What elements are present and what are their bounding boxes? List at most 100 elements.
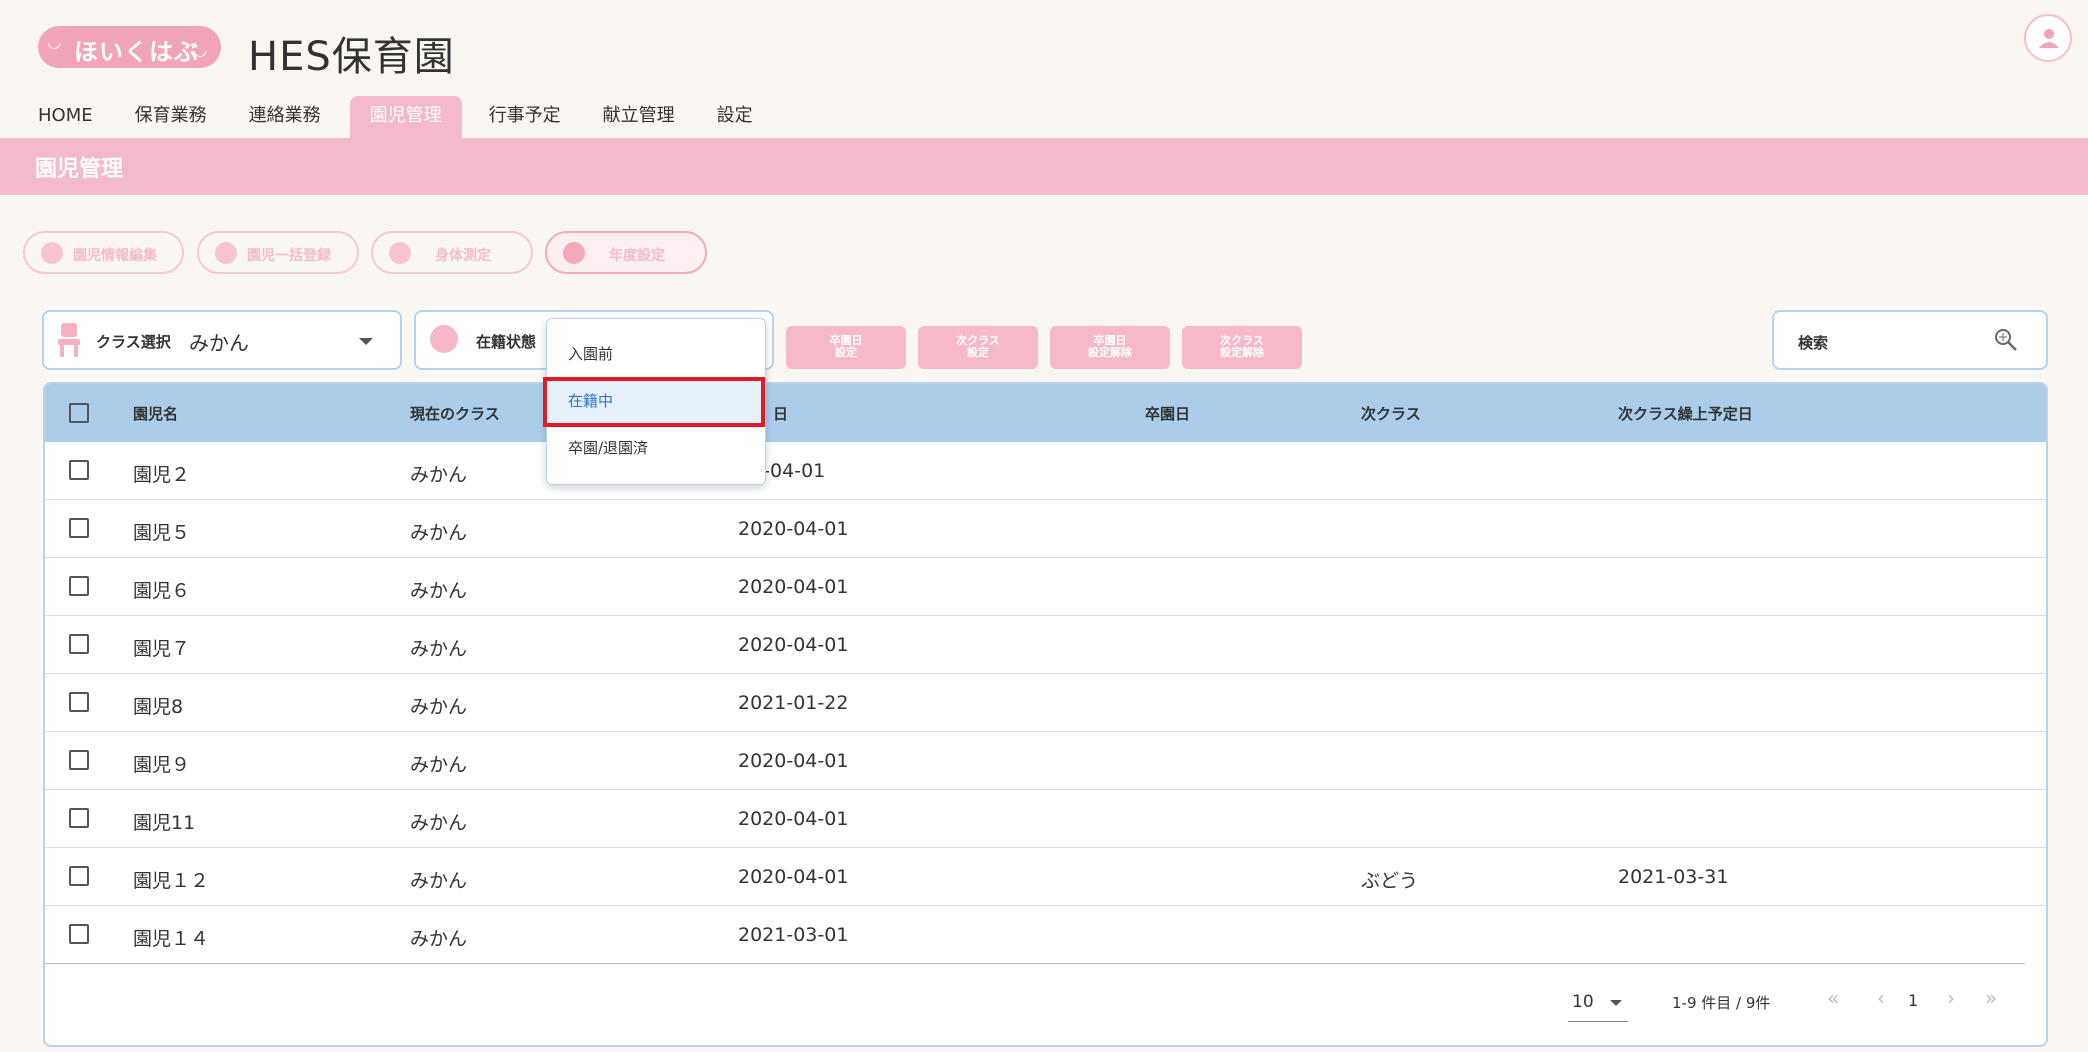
status-option-graduated[interactable]: 卒園/退園済 [547,425,765,471]
row-checkbox[interactable] [69,460,89,480]
status-select-label: 在籍状態 [476,333,537,351]
cell-date: 2021-03-01 [738,924,849,946]
set-graduation-date-button[interactable]: 卒園日 設定 [786,326,906,369]
selection-highlight-box [543,377,765,427]
search-field[interactable]: 検索 [1772,310,2048,370]
row-checkbox[interactable] [69,750,89,770]
table-row[interactable]: 園児２ みかん 20-04-01 [45,442,2046,500]
cell-class: みかん [410,522,468,544]
table-row[interactable]: 園児５ みかん 2020-04-01 [45,500,2046,558]
measure-label: 身体測定 [435,248,491,264]
measure-button[interactable]: 身体測定 [371,231,533,274]
row-checkbox[interactable] [69,808,89,828]
row-checkbox[interactable] [69,692,89,712]
child-edit-label: 園児情報編集 [73,248,157,264]
user-icon [2039,29,2059,48]
table-row[interactable]: 園児６ みかん 2020-04-01 [45,558,2046,616]
cell-date: 2021-01-22 [738,692,849,714]
cell-date: 2020-04-01 [738,518,849,540]
cell-class: みかん [410,464,468,486]
child-edit-button[interactable]: 園児情報編集 [23,231,184,274]
page-header-band: 園児管理 [0,138,2088,195]
children-table: 園児名 現在のクラス 日 卒園日 次クラス 次クラス繰上予定日 園児２ みかん … [43,382,2048,1047]
account-button[interactable] [2024,14,2072,62]
button-line: 設定 [967,346,989,359]
tab-childcare-work[interactable]: 保育業務 [120,96,222,138]
col-enroll-date[interactable]: 日 [773,403,788,424]
row-checkbox[interactable] [69,866,89,886]
prev-page-icon[interactable]: ‹ [1877,986,1885,1010]
chevron-down-icon [1610,1000,1622,1006]
bulk-register-label: 園児一括登録 [247,248,331,264]
rows-per-page-select[interactable]: 10 [1568,984,1628,1022]
last-page-icon[interactable]: » [1985,986,1997,1010]
button-line: 設定 [835,346,857,359]
cell-date: 2020-04-01 [738,866,849,888]
col-child-name[interactable]: 園児名 [133,403,178,424]
button-line: 設定解除 [1220,346,1264,359]
class-select[interactable]: クラス選択 みかん [42,310,402,370]
cell-class: みかん [410,870,468,892]
bulk-register-button[interactable]: 園児一括登録 [197,231,359,274]
cell-name: 園児９ [133,754,191,776]
search-icon[interactable] [1994,328,2018,352]
logo-smile-left: ◡ [48,32,61,51]
table-row[interactable]: 園児１２ みかん 2020-04-01 ぶどう 2021-03-31 [45,848,2046,906]
app-logo[interactable]: ◡ ほいくはぶ ◡ [38,26,221,68]
year-settings-button[interactable]: 年度設定 [545,231,707,274]
cell-class: みかん [410,754,468,776]
cell-name: 園児５ [133,522,191,544]
status-option-pre-enrollment[interactable]: 入園前 [547,331,765,377]
clear-graduation-date-button[interactable]: 卒園日 設定解除 [1050,326,1170,369]
button-line: 設定解除 [1088,346,1132,359]
set-next-class-button[interactable]: 次クラス 設定 [918,326,1038,369]
class-select-label: クラス選択 [96,333,171,351]
cell-class: みかん [410,812,468,834]
col-current-class[interactable]: 現在のクラス [410,403,500,424]
cell-next-class: ぶどう [1361,870,1419,892]
row-checkbox[interactable] [69,576,89,596]
col-graduation-date[interactable]: 卒園日 [1145,403,1190,424]
tab-child-management[interactable]: 園児管理 [349,96,462,138]
rows-per-page-value: 10 [1572,992,1594,1012]
page-title: 園児管理 [35,157,124,182]
clear-next-class-button[interactable]: 次クラス 設定解除 [1182,326,1302,369]
current-page: 1 [1908,991,1919,1010]
tab-menu-management[interactable]: 献立管理 [588,96,690,138]
select-all-checkbox[interactable] [69,403,89,423]
col-next-class[interactable]: 次クラス [1361,403,1421,424]
class-select-value: みかん [189,331,249,355]
row-checkbox[interactable] [69,924,89,944]
cell-name: 園児２ [133,464,191,486]
table-row[interactable]: 園児７ みかん 2020-04-01 [45,616,2046,674]
cell-name: 園児１４ [133,928,210,950]
cell-date: 2020-04-01 [738,576,849,598]
table-header: 園児名 現在のクラス 日 卒園日 次クラス 次クラス繰上予定日 [45,384,2046,442]
bulk-register-icon [215,242,237,264]
site-title: HES保育園 [248,34,455,80]
table-row[interactable]: 園児11 みかん 2020-04-01 [45,790,2046,848]
cell-name: 園児8 [133,696,184,718]
cell-date: 2020-04-01 [738,750,849,772]
col-next-class-date[interactable]: 次クラス繰上予定日 [1618,403,1753,424]
search-label: 検索 [1798,334,1829,352]
year-settings-icon [563,242,585,264]
cell-next-class-date: 2021-03-31 [1618,866,1729,888]
status-icon [430,325,458,353]
next-page-icon[interactable]: › [1947,986,1955,1010]
first-page-icon[interactable]: « [1827,986,1839,1010]
cell-class: みかん [410,638,468,660]
table-row[interactable]: 園児９ みかん 2020-04-01 [45,732,2046,790]
table-row[interactable]: 園児8 みかん 2021-01-22 [45,674,2046,732]
row-checkbox[interactable] [69,634,89,654]
tab-events[interactable]: 行事予定 [474,96,576,138]
row-checkbox[interactable] [69,518,89,538]
cell-date: 2020-04-01 [738,634,849,656]
cell-class: みかん [410,696,468,718]
tab-settings[interactable]: 設定 [702,96,768,138]
cell-name: 園児11 [133,812,196,834]
tab-home[interactable]: HOME [24,96,108,138]
tab-contact-work[interactable]: 連絡業務 [234,96,336,138]
table-row[interactable]: 園児１４ みかん 2021-03-01 [45,906,2025,964]
logo-text: ほいくはぶ [74,38,199,66]
